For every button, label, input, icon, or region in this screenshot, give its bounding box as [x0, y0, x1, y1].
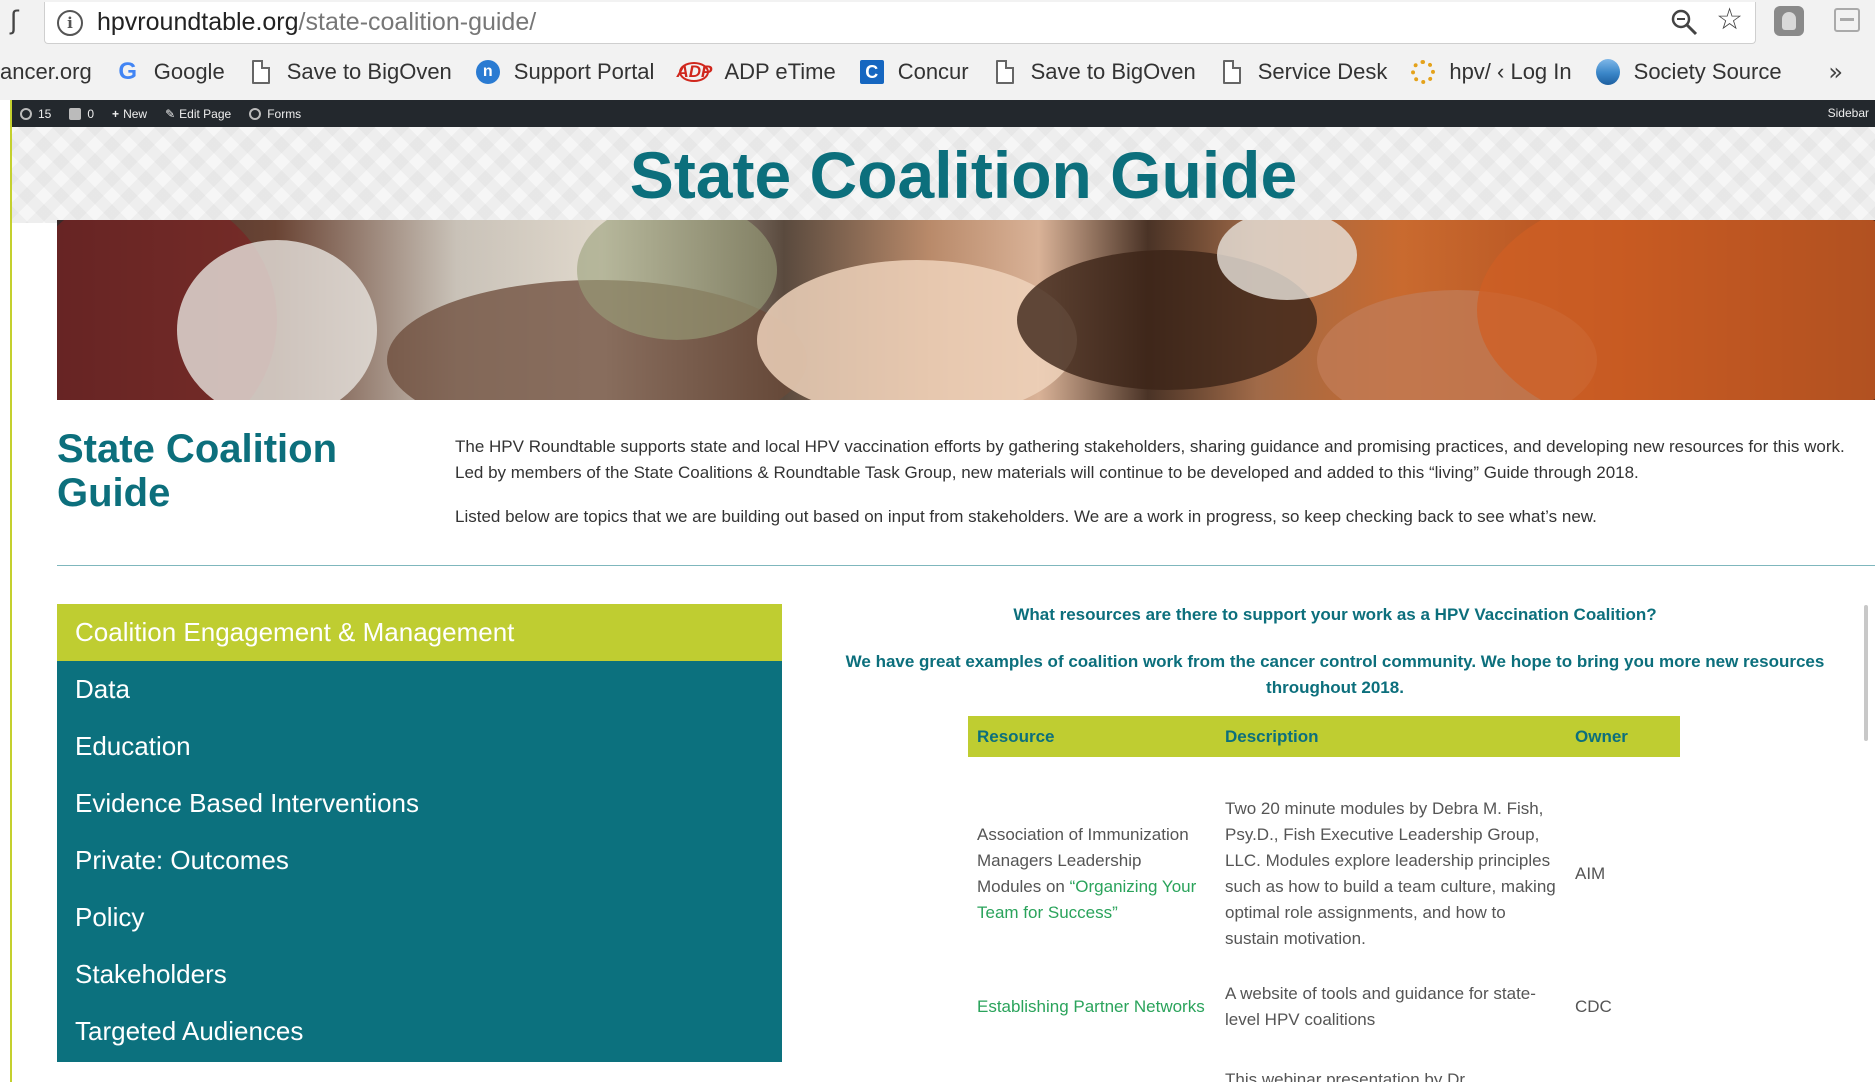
bookmark-society-source[interactable]: Society Source	[1595, 59, 1782, 85]
page-title: State Coalition Guide	[629, 138, 1298, 212]
updates-count: 15	[38, 106, 52, 121]
content-scrollbar[interactable]	[1864, 605, 1868, 741]
intro-text: The HPV Roundtable supports state and lo…	[455, 434, 1875, 548]
bookmark-label: hpv/ ‹ Log In	[1449, 59, 1572, 84]
extension-icon[interactable]	[1774, 6, 1804, 36]
table-row: This webinar presentation by Dr	[968, 1047, 1680, 1082]
section-subhead: We have great examples of coalition work…	[845, 652, 1825, 697]
bookmark-label: Concur	[897, 59, 969, 84]
google-icon: G	[118, 58, 138, 85]
resource-cell	[968, 1047, 1216, 1082]
refresh-icon	[20, 107, 32, 120]
menu-item-policy[interactable]: Policy	[57, 889, 782, 946]
forms-icon	[249, 107, 262, 120]
menu-item-stakeholders[interactable]: Stakeholders	[57, 946, 782, 1003]
bookmark-label: Support Portal	[513, 59, 655, 84]
comments-item[interactable]: 0	[69, 107, 94, 121]
menu-item-data[interactable]: Data	[57, 661, 782, 718]
bookmark-hpv-login[interactable]: hpv/ ‹ Log In	[1411, 59, 1572, 85]
bookmark-adp[interactable]: ADP ADP eTime	[676, 59, 836, 85]
resource-cell: Association of Immunization Managers Lea…	[968, 757, 1216, 967]
wp-admin-bar: 15 0 + New ✎ Edit Page Forms Sidebar	[12, 100, 1875, 127]
description-cell: This webinar presentation by Dr	[1225, 1070, 1466, 1082]
description-cell: Two 20 minute modules by Debra M. Fish, …	[1225, 799, 1556, 948]
bookmark-label: ancer.org	[0, 59, 92, 84]
site-info-icon[interactable]: i	[57, 9, 83, 36]
bookmark-google[interactable]: G Google	[116, 58, 225, 85]
page-icon	[995, 60, 1014, 84]
society-icon	[1595, 59, 1620, 85]
new-item[interactable]: + New	[112, 107, 147, 121]
bookmark-label: ADP eTime	[724, 59, 836, 84]
edit-page-item[interactable]: ✎ Edit Page	[165, 107, 231, 121]
menu-item-outcomes[interactable]: Private: Outcomes	[57, 832, 782, 889]
menu-item-education[interactable]: Education	[57, 718, 782, 775]
owner-cell: CDC	[1575, 997, 1612, 1016]
page-icon	[251, 60, 270, 84]
bookmark-support-portal[interactable]: n Support Portal	[475, 59, 655, 85]
printer-extension-icon[interactable]	[1834, 8, 1860, 32]
page-content: State Coalition Guide State Coalition Gu…	[12, 127, 1875, 1082]
menu-item-evidence-based[interactable]: Evidence Based Interventions	[57, 775, 782, 832]
pencil-icon: ✎	[165, 106, 176, 121]
intro-paragraph: Listed below are topics that we are buil…	[455, 507, 1597, 526]
section-divider	[57, 565, 1875, 566]
column-header-owner: Owner	[1566, 716, 1680, 757]
bookmarks-bar: ancer.org G Google Save to BigOven n Suppo…	[0, 52, 1875, 92]
plus-icon: +	[112, 106, 120, 121]
column-header-description: Description	[1216, 716, 1566, 757]
bookmark-label: Save to BigOven	[1030, 59, 1196, 84]
sidebar-toggle[interactable]: Sidebar	[1828, 106, 1869, 120]
page-icon	[1222, 60, 1241, 84]
forms-label: Forms	[267, 106, 302, 121]
menu-item-targeted-audiences[interactable]: Targeted Audiences	[57, 1003, 782, 1060]
url-path: /state-coalition-guide/	[298, 8, 537, 36]
bookmark-ancer[interactable]: ancer.org	[0, 59, 92, 85]
bookmark-label: Service Desk	[1257, 59, 1388, 84]
more-bookmarks-button[interactable]: »	[1828, 58, 1843, 86]
adp-icon: ADP	[676, 62, 713, 82]
concur-icon: C	[859, 60, 884, 84]
resource-cell: Establishing Partner Networks	[968, 967, 1216, 1047]
table-row: Establishing Partner Networks A website …	[968, 967, 1680, 1047]
table-header-row: Resource Description Owner	[968, 716, 1680, 757]
updates-item[interactable]: 15	[20, 107, 51, 121]
comments-count: 0	[87, 106, 95, 121]
resources-table: Resource Description Owner Association o…	[968, 716, 1680, 1082]
resource-link[interactable]: Establishing Partner Networks	[977, 997, 1205, 1016]
bookmark-label: Save to BigOven	[286, 59, 452, 84]
support-portal-icon: n	[475, 60, 500, 84]
bookmark-label: Society Source	[1633, 59, 1782, 84]
bookmark-label: Google	[153, 59, 225, 84]
menu-item-coalition-engagement[interactable]: Coalition Engagement & Management	[57, 604, 782, 661]
hero-image-hands	[57, 220, 1875, 400]
section-question: What resources are there to support your…	[1013, 605, 1657, 624]
new-label: New	[123, 106, 148, 121]
owner-cell: AIM	[1575, 864, 1606, 883]
description-cell: A website of tools and guidance for stat…	[1225, 984, 1536, 1029]
bookmark-concur[interactable]: C Concur	[859, 59, 969, 85]
bookmark-star-icon[interactable]: ☆	[1716, 2, 1743, 37]
table-row: Association of Immunization Managers Lea…	[968, 757, 1680, 967]
comment-icon	[69, 107, 82, 120]
hpv-icon	[1411, 60, 1436, 84]
browser-chrome: ʃ i hpvroundtable.org/state-coalition-gu…	[0, 0, 1875, 100]
forms-item[interactable]: Forms	[249, 107, 301, 121]
back-button[interactable]: ʃ	[10, 6, 19, 36]
url-host: hpvroundtable.org	[97, 8, 299, 36]
intro-title: State Coalition Guide	[57, 427, 338, 515]
url-text[interactable]: hpvroundtable.org/state-coalition-guide/	[97, 8, 536, 37]
bookmark-service-desk[interactable]: Service Desk	[1220, 59, 1388, 85]
zoom-icon[interactable]	[1669, 7, 1699, 37]
owner-cell	[1566, 1047, 1680, 1082]
bookmark-bigoven-2[interactable]: Save to BigOven	[993, 59, 1196, 85]
address-bar[interactable]: i hpvroundtable.org/state-coalition-guid…	[44, 2, 1756, 44]
intro-paragraph: The HPV Roundtable supports state and lo…	[455, 437, 1845, 482]
column-header-resource: Resource	[968, 716, 1216, 757]
topic-menu: Coalition Engagement & Management Data E…	[57, 604, 782, 1062]
edit-page-label: Edit Page	[179, 106, 232, 121]
bookmark-bigoven[interactable]: Save to BigOven	[249, 59, 452, 85]
